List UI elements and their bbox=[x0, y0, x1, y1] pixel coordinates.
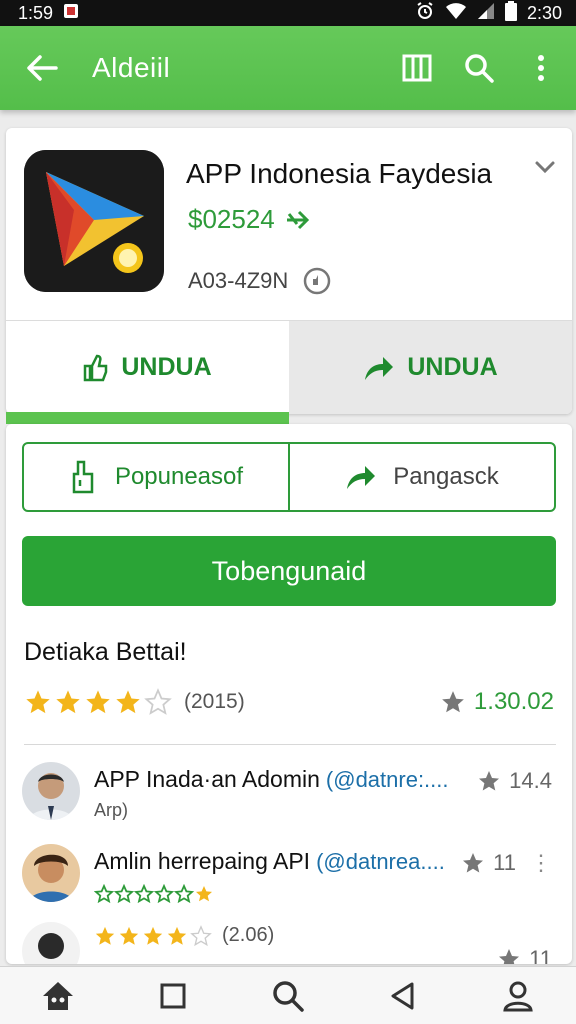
search-icon bbox=[465, 54, 494, 83]
details-card: Popuneasof Pangasck Tobengunaid Detiaka … bbox=[6, 424, 572, 964]
nav-search-button[interactable] bbox=[266, 974, 310, 1018]
app-bar: Aldeiil bbox=[0, 26, 576, 110]
avatar bbox=[22, 762, 80, 820]
rating-stars bbox=[24, 688, 172, 716]
review-stars bbox=[94, 924, 212, 947]
thumb-up-icon bbox=[84, 354, 108, 381]
segment-left-label: Popuneasof bbox=[114, 463, 244, 490]
rating-row: (2015) 1.30.02 bbox=[24, 682, 554, 722]
avatar bbox=[22, 844, 80, 902]
review-score-value: 11 bbox=[493, 850, 516, 875]
star-empty-icon bbox=[144, 688, 172, 715]
star-filled-icon bbox=[116, 690, 140, 714]
review-item[interactable]: (2.06) 11 bbox=[20, 922, 560, 964]
share-arrow-icon bbox=[347, 466, 376, 489]
review-handle[interactable]: (@datnre:.... bbox=[326, 767, 449, 793]
search-icon bbox=[273, 980, 304, 1012]
download-left-label: UNDUA bbox=[121, 353, 212, 381]
review-more-icon[interactable]: ⋮ bbox=[530, 850, 552, 876]
app-bar-title: Aldeiil bbox=[92, 52, 171, 83]
segment-left-button[interactable]: Popuneasof bbox=[24, 444, 290, 510]
star-icon bbox=[463, 853, 484, 873]
nav-home-button[interactable] bbox=[36, 974, 80, 1018]
alarm-icon bbox=[415, 1, 435, 26]
download-row: UNDUA UNDUA bbox=[6, 321, 572, 414]
review-author: APP Inada·an Adomin bbox=[94, 766, 320, 792]
star-filled-icon bbox=[95, 926, 115, 945]
app-card: APP Indonesia Faydesia $02524 A03-4Z9N U… bbox=[6, 128, 572, 414]
app-icon[interactable] bbox=[24, 150, 164, 292]
back-button[interactable] bbox=[22, 48, 62, 88]
review-subtext: (2.06) bbox=[222, 924, 275, 946]
price-value: $02524 bbox=[188, 204, 275, 234]
download-left-button[interactable]: UNDUA bbox=[6, 321, 289, 414]
star-icon bbox=[479, 771, 500, 791]
status-time-left: 1:59 bbox=[18, 2, 54, 23]
chevron-down-icon bbox=[535, 161, 555, 174]
active-tab-indicator bbox=[6, 412, 289, 424]
app-code: A03-4Z9N bbox=[188, 268, 289, 293]
segment-right-button[interactable]: Pangasck bbox=[290, 444, 554, 510]
star-icon bbox=[499, 949, 520, 964]
bottom-navigation bbox=[0, 966, 576, 1024]
app-price: $02524 bbox=[188, 204, 313, 235]
rating-score-value: 1.30.02 bbox=[473, 688, 554, 715]
download-right-button[interactable]: UNDUA bbox=[289, 321, 572, 414]
section-divider bbox=[24, 744, 556, 745]
verified-arrow-icon bbox=[286, 210, 309, 229]
details-title: Detiaka Bettai! bbox=[24, 638, 187, 666]
review-score: 14.4 bbox=[477, 768, 552, 794]
nav-recents-button[interactable] bbox=[151, 974, 195, 1018]
book-icon bbox=[402, 54, 432, 82]
star-filled-icon bbox=[56, 690, 80, 714]
overflow-menu-button[interactable] bbox=[524, 51, 558, 85]
more-vert-icon bbox=[538, 55, 544, 81]
wifi-icon bbox=[445, 2, 467, 25]
review-handle[interactable]: (@datnrea.... bbox=[316, 849, 445, 875]
person-icon bbox=[503, 981, 534, 1011]
hand-icon bbox=[72, 460, 94, 494]
review-item[interactable]: APP Inada·an Adomin (@datnre:.... Arp) 1… bbox=[20, 762, 560, 832]
star-filled-icon bbox=[167, 926, 187, 945]
home-icon bbox=[42, 981, 73, 1010]
arrow-left-icon bbox=[27, 55, 58, 81]
primary-cta-button[interactable]: Tobengunaid bbox=[22, 536, 556, 606]
bookmark-button[interactable] bbox=[400, 51, 434, 85]
signal-icon bbox=[477, 2, 495, 25]
search-button[interactable] bbox=[462, 51, 496, 85]
avatar bbox=[22, 922, 80, 964]
app-code-row: A03-4Z9N bbox=[188, 266, 332, 296]
review-subtext: Arp) bbox=[94, 800, 129, 820]
review-score: 11 ⋮ bbox=[461, 850, 552, 876]
review-score-value: 14.4 bbox=[509, 768, 552, 793]
notification-icon bbox=[63, 3, 79, 24]
triangle-back-icon bbox=[391, 982, 414, 1009]
battery-icon bbox=[504, 0, 517, 26]
share-arrow-icon bbox=[365, 356, 394, 380]
segment-control: Popuneasof Pangasck bbox=[22, 442, 556, 512]
review-stars bbox=[94, 884, 214, 904]
review-author: Amlin herrepaing API bbox=[94, 848, 311, 874]
segment-right-label: Pangasck bbox=[393, 463, 499, 490]
review-score-value: 11 bbox=[529, 946, 552, 964]
nav-profile-button[interactable] bbox=[496, 974, 540, 1018]
star-filled-icon bbox=[119, 926, 139, 945]
rating-score: 1.30.02 bbox=[440, 688, 554, 716]
expand-button[interactable] bbox=[532, 154, 558, 180]
status-time-right: 2:30 bbox=[526, 2, 562, 23]
badge-icon bbox=[304, 267, 331, 295]
star-filled-icon bbox=[143, 926, 163, 945]
download-right-label: UNDUA bbox=[407, 353, 498, 381]
rating-count: (2015) bbox=[184, 690, 245, 713]
app-name: APP Indonesia Faydesia bbox=[186, 158, 493, 189]
square-icon bbox=[160, 983, 186, 1008]
star-filled-icon bbox=[26, 690, 50, 714]
review-score: 11 bbox=[497, 946, 552, 964]
status-bar: 1:59 2:30 bbox=[0, 0, 576, 26]
star-empty-icon bbox=[190, 924, 212, 946]
review-item[interactable]: Amlin herrepaing API (@datnrea.... 11 ⋮ bbox=[20, 844, 560, 914]
star-filled-icon bbox=[86, 690, 110, 714]
star-icon bbox=[442, 691, 464, 713]
nav-back-button[interactable] bbox=[381, 974, 425, 1018]
